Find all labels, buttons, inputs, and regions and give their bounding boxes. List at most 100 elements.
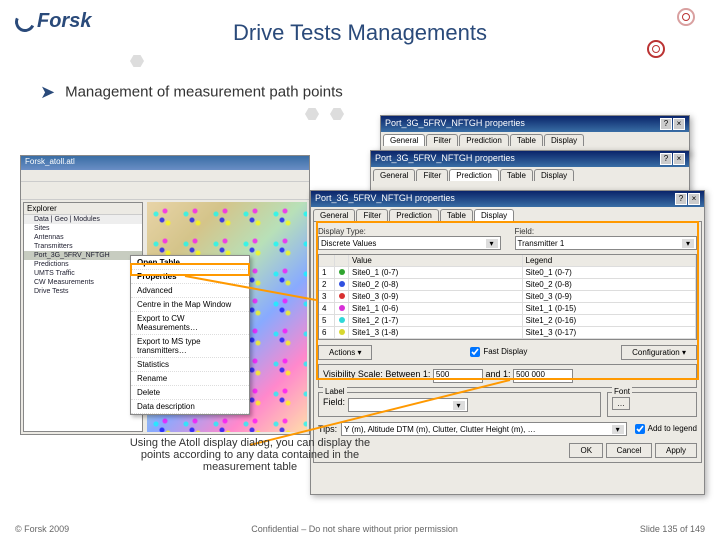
apply-button[interactable]: Apply bbox=[655, 443, 697, 458]
color-swatch bbox=[335, 279, 349, 290]
display-type-combo[interactable]: Discrete Values▾ bbox=[318, 236, 501, 250]
menu-item[interactable]: Properties bbox=[131, 270, 249, 284]
table-row[interactable]: 6Site1_3 (1-8)Site1_3 (0-17) bbox=[319, 327, 696, 339]
color-swatch bbox=[335, 267, 349, 278]
tab-filter[interactable]: Filter bbox=[426, 134, 458, 146]
app-titlebar: Forsk_atoll.atl bbox=[21, 156, 309, 170]
tab-general[interactable]: General bbox=[373, 169, 415, 181]
row-legend: Site0_3 (0-9) bbox=[523, 291, 697, 302]
hex-icon bbox=[330, 108, 344, 120]
label-frame: Label Field: ▾ bbox=[318, 392, 601, 417]
table-row[interactable]: 5Site1_2 (1-7)Site1_2 (0-16) bbox=[319, 315, 696, 327]
table-row[interactable]: 1Site0_1 (0-7)Site0_1 (0-7) bbox=[319, 267, 696, 279]
actions-button[interactable]: Actions ▾ bbox=[318, 345, 372, 360]
menu-item[interactable]: Data description bbox=[131, 400, 249, 414]
menu-item[interactable]: Delete bbox=[131, 386, 249, 400]
row-legend: Site1_1 (0-15) bbox=[523, 303, 697, 314]
tab-display[interactable]: Display bbox=[474, 209, 514, 221]
help-icon[interactable]: ? bbox=[660, 118, 672, 130]
tips-label: Tips: bbox=[318, 424, 337, 434]
section-heading: ➤Management of measurement path points bbox=[40, 82, 343, 103]
tree-item-selected[interactable]: Port_3G_5FRV_NFTGH bbox=[24, 251, 142, 260]
tree-item[interactable]: Antennas bbox=[24, 233, 142, 242]
col-blank bbox=[319, 255, 335, 266]
close-icon[interactable]: × bbox=[688, 193, 700, 205]
tab-filter[interactable]: Filter bbox=[356, 209, 388, 221]
help-icon[interactable]: ? bbox=[660, 153, 672, 165]
app-toolbar[interactable] bbox=[21, 182, 309, 200]
table-row[interactable]: 2Site0_2 (0-8)Site0_2 (0-8) bbox=[319, 279, 696, 291]
menu-item[interactable]: Centre in the Map Window bbox=[131, 298, 249, 312]
menu-item[interactable]: Rename bbox=[131, 372, 249, 386]
row-value: Site1_2 (1-7) bbox=[349, 315, 523, 326]
row-num: 4 bbox=[319, 303, 335, 314]
tree-item[interactable]: Transmitters bbox=[24, 242, 142, 251]
visibility-label: Visibility Scale: bbox=[323, 369, 383, 379]
help-icon[interactable]: ? bbox=[675, 193, 687, 205]
fast-display-checkbox[interactable]: Fast Display bbox=[466, 344, 527, 360]
menu-item[interactable]: Advanced bbox=[131, 284, 249, 298]
dialog-titlebar[interactable]: Port_3G_5FRV_NFTGH properties ?× bbox=[371, 151, 689, 167]
tree-item[interactable]: Predictions bbox=[24, 260, 142, 269]
chevron-down-icon[interactable]: ▾ bbox=[612, 425, 624, 434]
tab-filter[interactable]: Filter bbox=[416, 169, 448, 181]
row-num: 6 bbox=[319, 327, 335, 338]
label-field-combo[interactable]: ▾ bbox=[348, 398, 468, 412]
close-icon[interactable]: × bbox=[673, 118, 685, 130]
chevron-down-icon[interactable]: ▾ bbox=[486, 239, 498, 248]
label-group-title: Label bbox=[323, 387, 347, 396]
tree-item[interactable]: Sites bbox=[24, 224, 142, 233]
row-legend: Site1_2 (0-16) bbox=[523, 315, 697, 326]
dialog-title-text: Port_3G_5FRV_NFTGH properties bbox=[375, 153, 515, 165]
tab-table[interactable]: Table bbox=[500, 169, 533, 181]
tab-general[interactable]: General bbox=[313, 209, 355, 221]
add-legend-checkbox[interactable]: Add to legend bbox=[631, 421, 697, 437]
tab-table[interactable]: Table bbox=[440, 209, 473, 221]
dialog-titlebar[interactable]: Port_3G_5FRV_NFTGH properties ?× bbox=[381, 116, 689, 132]
ok-button[interactable]: OK bbox=[569, 443, 603, 458]
tab-prediction[interactable]: Prediction bbox=[389, 209, 439, 221]
menu-item[interactable]: Export to MS type transmitters… bbox=[131, 335, 249, 358]
tab-prediction[interactable]: Prediction bbox=[459, 134, 509, 146]
tree-item[interactable]: Drive Tests bbox=[24, 287, 142, 296]
configuration-button[interactable]: Configuration ▾ bbox=[621, 345, 697, 360]
footer-copyright: © Forsk 2009 bbox=[15, 524, 69, 534]
chevron-down-icon[interactable]: ▾ bbox=[682, 239, 694, 248]
cancel-button[interactable]: Cancel bbox=[606, 443, 653, 458]
color-swatch bbox=[335, 315, 349, 326]
menu-item[interactable]: Open Table bbox=[131, 256, 249, 270]
tab-display[interactable]: Display bbox=[544, 134, 584, 146]
combo-value: Transmitter 1 bbox=[518, 239, 565, 248]
row-num: 1 bbox=[319, 267, 335, 278]
color-swatch bbox=[335, 303, 349, 314]
table-row[interactable]: 3Site0_3 (0-9)Site0_3 (0-9) bbox=[319, 291, 696, 303]
footer-confidential: Confidential – Do not share without prio… bbox=[251, 524, 458, 534]
tree-item[interactable]: CW Measurements bbox=[24, 278, 142, 287]
menu-item[interactable]: Statistics bbox=[131, 358, 249, 372]
decor-circle-icon bbox=[677, 8, 695, 26]
app-menubar[interactable] bbox=[21, 170, 309, 182]
tab-general[interactable]: General bbox=[383, 134, 425, 146]
menu-item[interactable]: Export to CW Measurements… bbox=[131, 312, 249, 335]
field2-label: Field: bbox=[323, 397, 345, 407]
table-row[interactable]: 4Site1_1 (0-6)Site1_1 (0-15) bbox=[319, 303, 696, 315]
chevron-down-icon[interactable]: ▾ bbox=[453, 401, 465, 410]
display-type-label: Display Type: bbox=[318, 227, 366, 236]
tab-prediction[interactable]: Prediction bbox=[449, 169, 499, 181]
scale-max-input[interactable]: 500 000 bbox=[513, 369, 573, 383]
close-icon[interactable]: × bbox=[673, 153, 685, 165]
field-combo[interactable]: Transmitter 1 ▾ bbox=[515, 236, 698, 250]
explorer-tabs[interactable]: Data | Geo | Modules bbox=[24, 215, 142, 224]
tips-combo[interactable]: Y (m), Altitude DTM (m), Clutter, Clutte… bbox=[341, 422, 626, 436]
brand-logo: Forsk bbox=[15, 10, 91, 33]
font-button[interactable]: … bbox=[612, 397, 630, 410]
tab-display[interactable]: Display bbox=[534, 169, 574, 181]
scale-min-input[interactable]: 500 bbox=[433, 369, 483, 383]
row-value: Site0_1 (0-7) bbox=[349, 267, 523, 278]
row-value: Site1_3 (1-8) bbox=[349, 327, 523, 338]
color-swatch bbox=[335, 291, 349, 302]
tree-item[interactable]: UMTS Traffic bbox=[24, 269, 142, 278]
properties-dialog-back1: Port_3G_5FRV_NFTGH properties ?× General… bbox=[380, 115, 690, 155]
tab-table[interactable]: Table bbox=[510, 134, 543, 146]
dialog-titlebar[interactable]: Port_3G_5FRV_NFTGH properties ?× bbox=[311, 191, 704, 207]
